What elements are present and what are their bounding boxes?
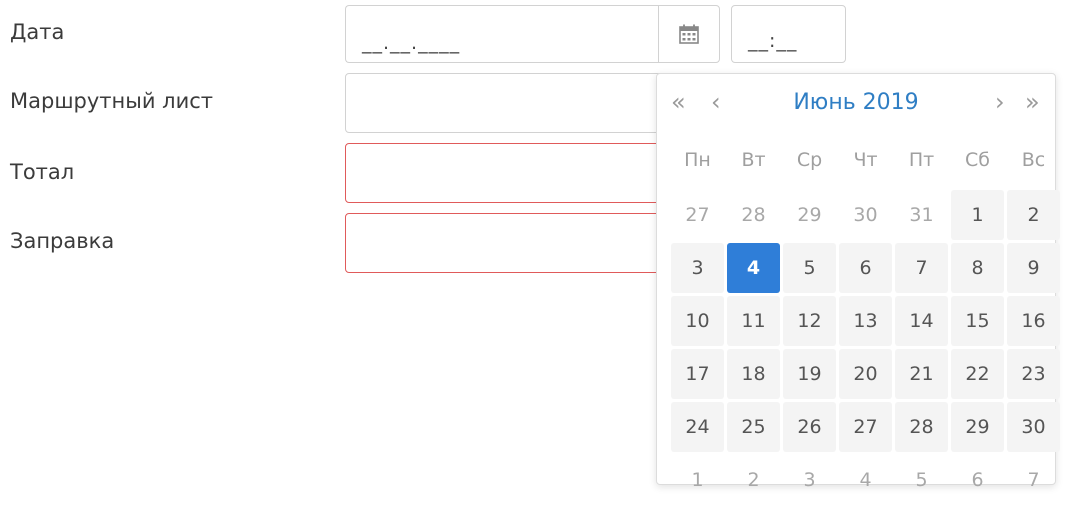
date-input[interactable]: __.__.____ [345,5,658,63]
calendar-day[interactable]: 21 [895,349,948,399]
calendar-day[interactable]: 1 [951,190,1004,240]
calendar-day[interactable]: 27 [671,190,724,240]
calendar-day[interactable]: 7 [1007,455,1060,505]
calendar-day[interactable]: 28 [727,190,780,240]
refuel-input[interactable] [345,213,685,273]
calendar-day[interactable]: 20 [839,349,892,399]
route-sheet-label: Маршрутный лист [10,89,214,113]
calendar-day[interactable]: 19 [783,349,836,399]
calendar-day[interactable]: 2 [1007,190,1060,240]
next-year-button[interactable]: » [1025,88,1040,116]
calendar-day[interactable]: 8 [951,243,1004,293]
calendar-day[interactable]: 10 [671,296,724,346]
total-label: Тотал [10,160,75,184]
weekday-header: Сб [965,149,990,171]
calendar-day[interactable]: 3 [783,455,836,505]
weekday-header: Пн [684,149,711,171]
calendar-day[interactable]: 18 [727,349,780,399]
calendar-day-selected[interactable]: 4 [727,243,780,293]
calendar-day[interactable]: 5 [895,455,948,505]
calendar-day[interactable]: 7 [895,243,948,293]
calendar-day[interactable]: 22 [951,349,1004,399]
calendar-day[interactable]: 13 [839,296,892,346]
calendar-day[interactable]: 27 [839,402,892,452]
calendar-grid: Пн Вт Ср Чт Пт Сб Вс 27 28 29 30 31 1 2 3 4 5 6 7 8 9… [671,134,1060,505]
calendar-day[interactable]: 3 [671,243,724,293]
calendar-day[interactable]: 9 [1007,243,1060,293]
calendar-day[interactable]: 15 [951,296,1004,346]
weekday-header: Вс [1021,149,1046,171]
calendar-day[interactable]: 28 [895,402,948,452]
calendar-button[interactable] [658,5,720,63]
calendar-day[interactable]: 24 [671,402,724,452]
calendar-day[interactable]: 6 [951,455,1004,505]
date-label: Дата [10,20,65,44]
calendar-day[interactable]: 12 [783,296,836,346]
time-input[interactable]: __:__ [731,5,846,63]
calendar-day[interactable]: 25 [727,402,780,452]
calendar-icon [679,24,699,44]
calendar-day[interactable]: 2 [727,455,780,505]
calendar-day[interactable]: 23 [1007,349,1060,399]
refuel-label: Заправка [10,229,115,253]
next-month-button[interactable]: › [995,88,1005,116]
calendar-day[interactable]: 5 [783,243,836,293]
calendar-day[interactable]: 29 [783,190,836,240]
total-input[interactable] [345,143,685,203]
calendar-day[interactable]: 30 [1007,402,1060,452]
calendar-day[interactable]: 17 [671,349,724,399]
calendar-day[interactable]: 31 [895,190,948,240]
calendar-day[interactable]: 16 [1007,296,1060,346]
calendar-day[interactable]: 11 [727,296,780,346]
calendar-day[interactable]: 29 [951,402,1004,452]
calendar-day[interactable]: 14 [895,296,948,346]
route-sheet-input[interactable] [345,73,685,133]
calendar-day[interactable]: 30 [839,190,892,240]
calendar-day[interactable]: 26 [783,402,836,452]
weekday-header: Ср [796,149,823,171]
weekday-header: Чт [853,149,878,171]
date-picker-header: « ‹ Июнь 2019 › » [657,74,1055,132]
calendar-day[interactable]: 6 [839,243,892,293]
weekday-header: Пт [908,149,935,171]
weekday-header: Вт [741,149,766,171]
date-picker-popup: « ‹ Июнь 2019 › » Пн Вт Ср Чт Пт Сб Вс 2… [656,73,1060,491]
calendar-day[interactable]: 4 [839,455,892,505]
calendar-day[interactable]: 1 [671,455,724,505]
